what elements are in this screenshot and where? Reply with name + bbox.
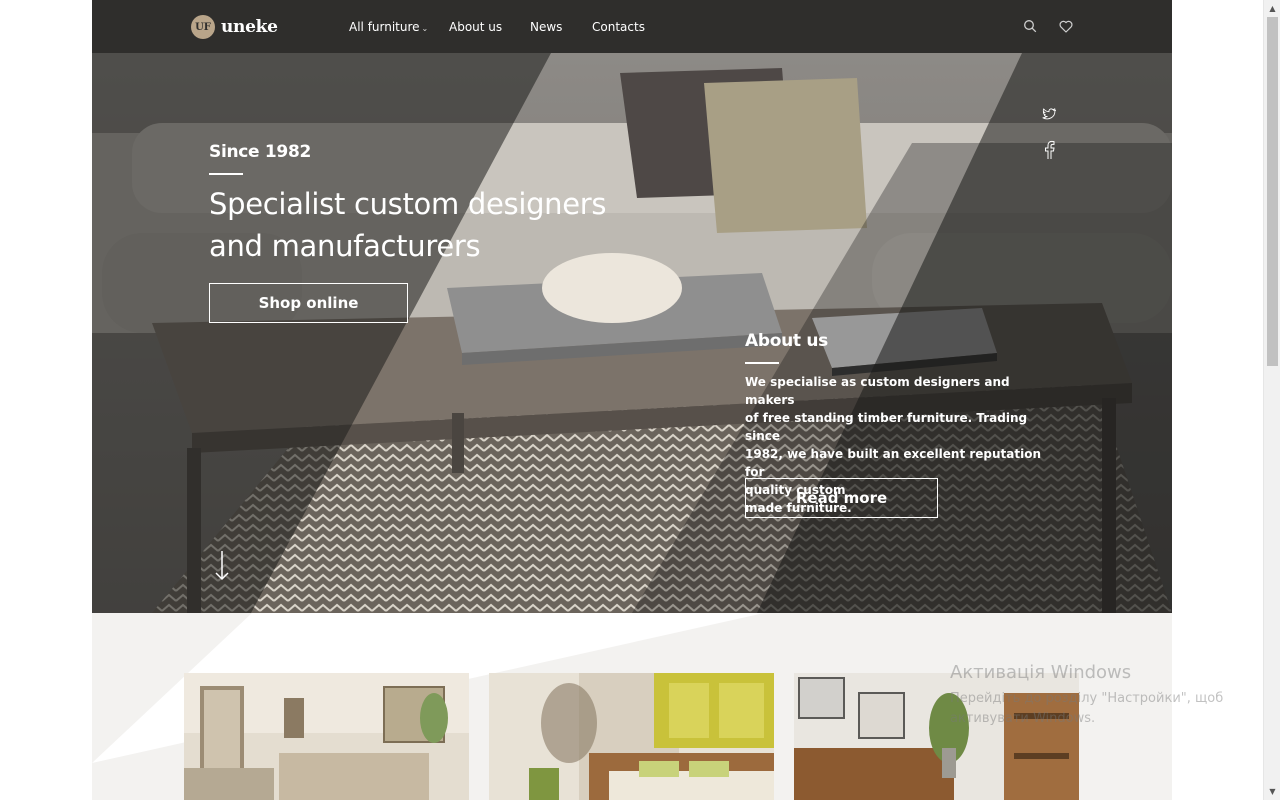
scroll-up-icon[interactable]: ▲ [1264, 0, 1280, 17]
nav-news[interactable]: News [530, 20, 562, 34]
card-dining-room[interactable] [794, 673, 1079, 800]
scroll-down-icon[interactable]: ▼ [1264, 783, 1280, 800]
about-line-3: 1982, we have built an excellent reputat… [745, 447, 1042, 479]
nav-all-furniture[interactable]: All furniture ⌄ [349, 20, 428, 34]
card-living-room[interactable] [184, 673, 469, 800]
heart-icon[interactable] [1057, 17, 1075, 35]
search-icon[interactable] [1021, 17, 1039, 35]
nav-contacts[interactable]: Contacts [592, 20, 645, 34]
shop-online-button[interactable]: Shop online [209, 283, 408, 323]
nav-all-furniture-label: All furniture [349, 19, 420, 34]
about-underline [745, 362, 779, 364]
since-underline [209, 173, 243, 175]
about-line-2: of free standing timber furniture. Tradi… [745, 411, 1028, 443]
about-line-1: We specialise as custom designers and ma… [745, 375, 1010, 407]
chevron-down-icon: ⌄ [421, 23, 429, 33]
hero-banner: Since 1982 Specialist custom designers a… [92, 53, 1172, 613]
page: UF uneke All furniture ⌄ About us News Co… [92, 0, 1172, 800]
read-more-button[interactable]: Read more [745, 478, 938, 518]
logo[interactable]: UF uneke [191, 14, 278, 40]
nav-about-us[interactable]: About us [449, 20, 502, 34]
arrow-down-icon[interactable] [212, 550, 232, 582]
logo-text: uneke [221, 17, 278, 37]
page-scrollbar[interactable]: ▲ ▼ [1263, 0, 1280, 800]
hero-since: Since 1982 [209, 142, 312, 162]
dining-room-image [794, 673, 1079, 800]
living-room-image [184, 673, 469, 800]
about-title: About us [745, 331, 828, 351]
bedroom-image [489, 673, 774, 800]
twitter-icon[interactable] [1040, 105, 1058, 123]
site-header: UF uneke All furniture ⌄ About us News Co… [92, 0, 1172, 53]
logo-badge-icon: UF [191, 15, 215, 39]
hero-headline: Specialist custom designers and manufact… [209, 187, 607, 263]
scrollbar-thumb[interactable] [1267, 17, 1278, 366]
facebook-icon[interactable] [1040, 140, 1058, 159]
card-bedroom[interactable] [489, 673, 774, 800]
